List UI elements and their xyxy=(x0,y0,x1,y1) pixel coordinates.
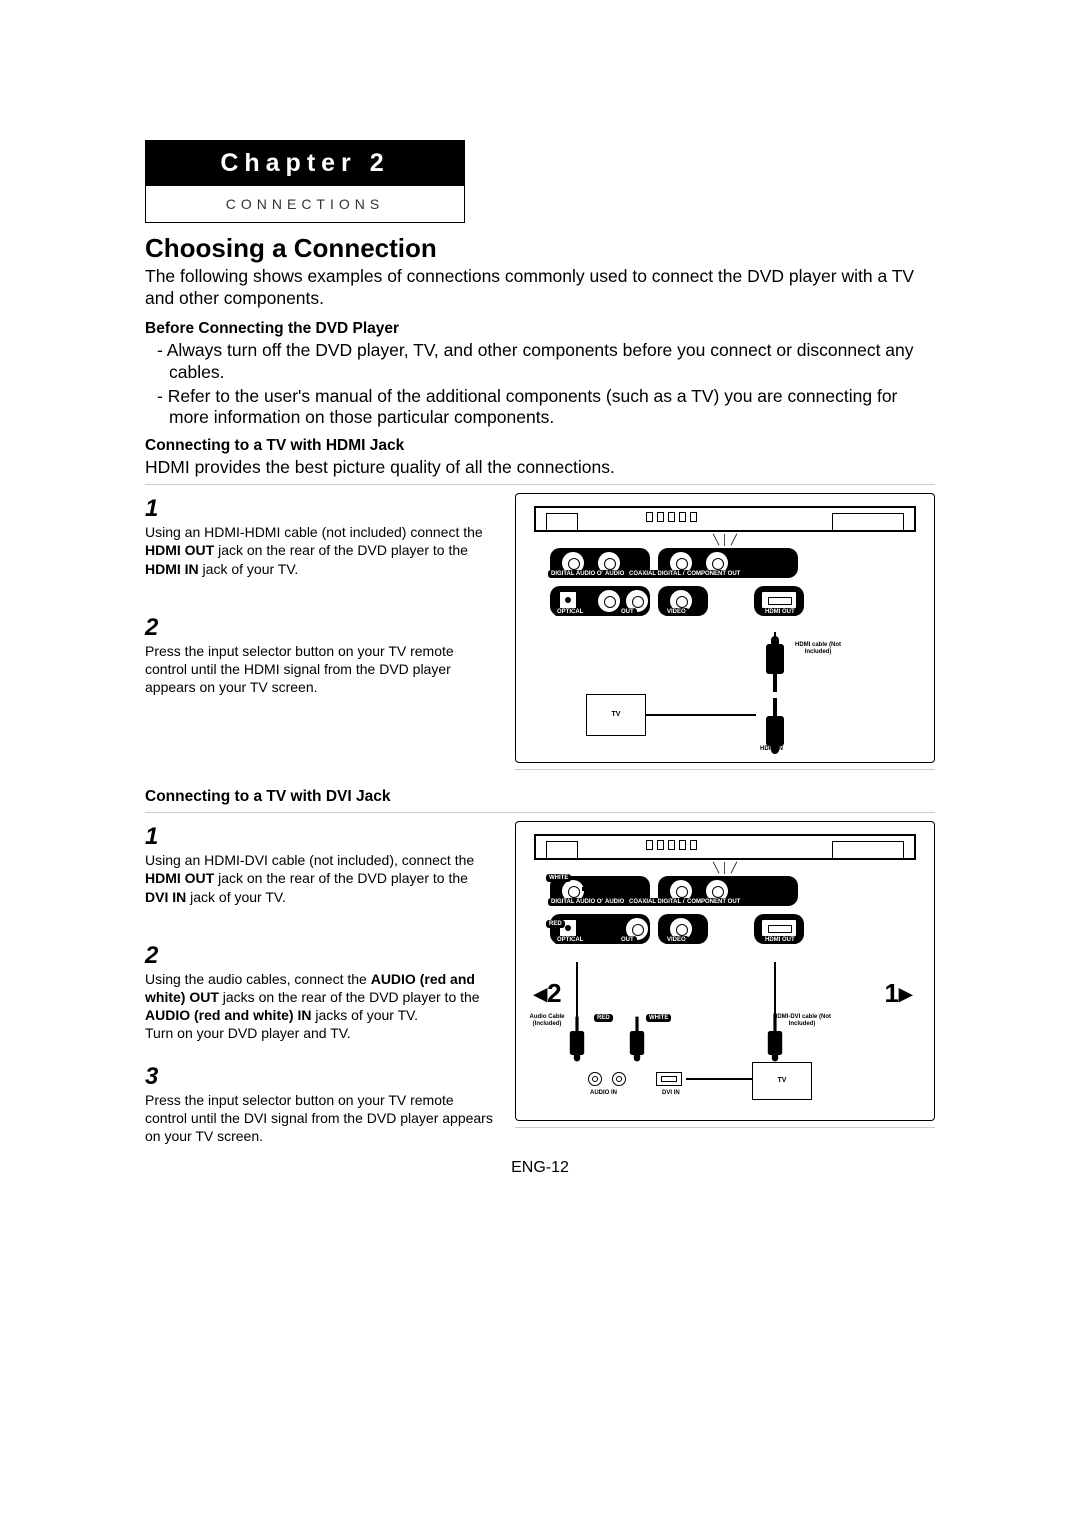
chapter-title: Chapter 2 xyxy=(146,141,464,186)
chapter-number: 2 xyxy=(370,149,390,177)
bullet-1: Always turn off the DVD player, TV, and … xyxy=(145,340,935,384)
section-title: Choosing a Connection xyxy=(145,233,935,264)
hdmi-step2-text: Press the input selector button on your … xyxy=(145,642,495,697)
chapter-subtitle: CONNECTIONS xyxy=(146,186,464,222)
step-number-3: 3 xyxy=(145,1063,495,1091)
intro-text: The following shows examples of connecti… xyxy=(145,266,935,310)
step-number-1: 1 xyxy=(145,823,495,851)
bullet-2: Refer to the user's manual of the additi… xyxy=(145,386,935,430)
hdmi-heading: Connecting to a TV with HDMI Jack xyxy=(145,437,935,455)
dvi-step3-text: Press the input selector button on your … xyxy=(145,1091,495,1146)
chapter-box: Chapter 2 CONNECTIONS xyxy=(145,140,465,223)
divider xyxy=(145,484,935,485)
chapter-prefix: Chapter xyxy=(220,149,356,177)
before-heading: Before Connecting the DVD Player xyxy=(145,320,935,338)
dvi-heading: Connecting to a TV with DVI Jack xyxy=(145,788,935,806)
hdmi-step1-text: Using an HDMI-HDMI cable (not included) … xyxy=(145,523,495,578)
step-number-2: 2 xyxy=(145,614,495,642)
step-number-2: 2 xyxy=(145,942,495,970)
hdmi-diagram: ╲ │ ╱ DIGITAL AUDIO OUT AUDIO COAXIAL DI… xyxy=(515,493,935,763)
before-bullets: Always turn off the DVD player, TV, and … xyxy=(145,340,935,430)
dvi-step1-text: Using an HDMI-DVI cable (not included), … xyxy=(145,851,495,906)
dvi-steps: 1 Using an HDMI-DVI cable (not included)… xyxy=(145,815,495,1145)
divider xyxy=(515,769,935,770)
hdmi-steps: 1 Using an HDMI-HDMI cable (not included… xyxy=(145,487,495,696)
step-number-1: 1 xyxy=(145,495,495,523)
hdmi-lead: HDMI provides the best picture quality o… xyxy=(145,457,935,478)
divider xyxy=(515,1127,935,1128)
page-footer: ENG-12 xyxy=(145,1159,935,1177)
dvi-step2-text: Using the audio cables, connect the AUDI… xyxy=(145,970,495,1043)
divider xyxy=(145,812,935,813)
dvi-diagram: ╲ │ ╱ WHITE DIGITAL AUDIO OUT AUDIO COAX… xyxy=(515,821,935,1121)
